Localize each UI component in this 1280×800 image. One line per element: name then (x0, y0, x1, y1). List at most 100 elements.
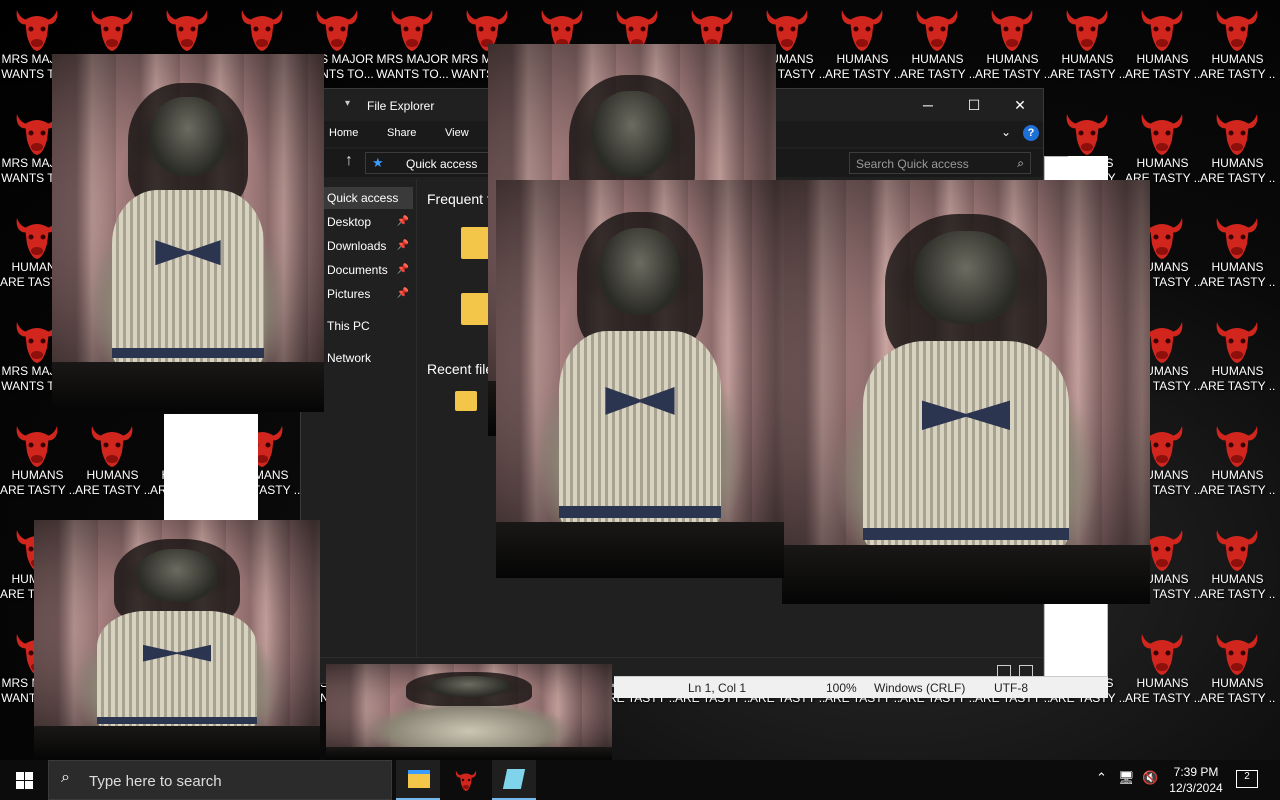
nav-label: Documents (327, 263, 388, 277)
bull-icon (16, 10, 58, 51)
bull-icon (1141, 114, 1183, 155)
desktop-icon[interactable]: HUMANSARE TASTY ... (1125, 0, 1200, 104)
bull-icon (455, 770, 477, 791)
clock[interactable]: 7:39 PM 12/3/2024 (1164, 764, 1228, 796)
bull-icon (316, 10, 358, 51)
line-ending: Windows (CRLF) (874, 681, 966, 695)
help-icon[interactable]: ? (1023, 125, 1039, 141)
bull-icon (916, 10, 958, 51)
volume-muted-icon[interactable]: 🔇 (1142, 770, 1158, 786)
desktop-icon-label: HUMANSARE TASTY ... (0, 468, 75, 497)
desktop-icon[interactable]: HUMANSARE TASTY ... (75, 416, 150, 520)
window-title: File Explorer (367, 99, 435, 113)
nav-label: Quick access (327, 191, 399, 205)
nav-label: Pictures (327, 287, 371, 301)
desktop-icon[interactable]: HUMANSARE TASTY ... (1200, 104, 1275, 208)
doll-image (782, 180, 1150, 604)
file-explorer-taskbar-button[interactable] (396, 760, 440, 800)
desktop-icon-label: HUMANSARE TASTY ... (1200, 364, 1275, 393)
tab-home[interactable]: Home (329, 127, 358, 139)
bull-icon (1216, 114, 1258, 155)
desktop-icon-label: HUMANSARE TASTY ... (75, 468, 150, 497)
encoding: UTF-8 (994, 681, 1028, 695)
up-arrow-icon[interactable]: ↑ (345, 152, 353, 170)
maximize-button[interactable]: ☐ (951, 89, 997, 121)
blank-window (164, 414, 258, 520)
nav-label: This PC (327, 319, 370, 333)
taskbar-search-input[interactable]: ⌕ Type here to search (48, 760, 392, 800)
bull-icon (1141, 634, 1183, 675)
bull-icon (1216, 426, 1258, 467)
nav-label: Network (327, 351, 372, 365)
search-placeholder: Search Quick access (856, 157, 969, 171)
bull-icon (1141, 10, 1183, 51)
notepad-taskbar-button[interactable] (492, 760, 536, 800)
bull-icon (16, 426, 58, 467)
file-icon[interactable] (455, 391, 477, 411)
network-icon[interactable]: 🖥 (1118, 770, 1135, 786)
desktop-icon-label: HUMANSARE TASTY ... (1125, 52, 1200, 81)
desktop-icon-label: HUMANSARE TASTY ... (975, 52, 1050, 81)
close-button[interactable]: ✕ (997, 89, 1043, 121)
minimize-button[interactable]: ─ (905, 89, 951, 121)
desktop-icon[interactable]: HUMANSARE TASTY ... (1200, 416, 1275, 520)
bull-icon (91, 10, 133, 51)
bull-icon (166, 10, 208, 51)
desktop-icon-label: HUMANSARE TASTY ... (1200, 156, 1275, 185)
desktop-icon-label: MRS MAJORWANTS TO... (376, 52, 449, 81)
bull-icon (991, 10, 1033, 51)
bull-icon (1216, 322, 1258, 363)
desktop-icon[interactable]: HUMANSARE TASTY ... (1200, 0, 1275, 104)
search-placeholder: Type here to search (89, 773, 222, 790)
doll-image (496, 180, 784, 578)
desktop-icon-label: HUMANSARE TASTY ... (825, 52, 900, 81)
pin-icon: 📌 (396, 264, 409, 275)
desktop-icon[interactable]: HUMANSARE TASTY ... (1200, 208, 1275, 312)
search-icon: ⌕ (61, 769, 70, 786)
search-input[interactable]: Search Quick access ⌕ (849, 152, 1031, 174)
chevron-up-icon[interactable]: ⌃ (1096, 770, 1107, 786)
time: 7:39 PM (1173, 765, 1219, 779)
desktop-icon-label: HUMANSARE TASTY ... (1200, 468, 1275, 497)
desktop-icon[interactable]: HUMANSARE TASTY ... (1200, 312, 1275, 416)
date: 12/3/2024 (1169, 781, 1223, 795)
desktop-icon-label: HUMANSARE TASTY ... (900, 52, 975, 81)
bull-app-taskbar-button[interactable] (444, 760, 488, 800)
tab-share[interactable]: Share (387, 127, 416, 139)
folder-icon[interactable] (461, 227, 489, 259)
desktop-icon[interactable]: HUMANSARE TASTY ... (1200, 520, 1275, 624)
desktop-icon-label: HUMANSARE TASTY ... (1200, 260, 1275, 289)
notification-count: 2 (1244, 771, 1250, 782)
bull-icon (1216, 10, 1258, 51)
bull-icon (391, 10, 433, 51)
bull-icon (1216, 218, 1258, 259)
taskbar: ⌕ Type here to search ⌃ 🖥 🔇 7:39 PM 12/3… (0, 760, 1280, 800)
tab-view[interactable]: View (445, 127, 469, 139)
bull-icon (841, 10, 883, 51)
breadcrumb[interactable]: Quick access (406, 157, 477, 171)
bull-icon (1066, 114, 1108, 155)
nav-label: Downloads (327, 239, 387, 253)
pin-icon: 📌 (396, 216, 409, 227)
pin-icon: 📌 (396, 240, 409, 251)
star-icon: ★ (372, 155, 384, 170)
start-button[interactable] (0, 760, 48, 800)
desktop-icon[interactable]: HUMANSARE TASTY ... (1200, 624, 1275, 728)
bull-icon (241, 10, 283, 51)
folder-icon (408, 770, 430, 788)
zoom-level: 100% (826, 681, 857, 695)
doll-image (34, 520, 320, 760)
quick-access-toolbar-icon[interactable]: ▾ (345, 98, 350, 109)
desktop-icon-label: HUMANSARE TASTY ... (1200, 572, 1275, 601)
bull-icon (91, 426, 133, 467)
desktop-icon-label: HUMANSARE TASTY ... (1200, 676, 1275, 705)
notification-center-icon[interactable]: 2 (1236, 770, 1258, 788)
notepad-status-bar: Ln 1, Col 1 100% Windows (CRLF) UTF-8 (614, 676, 1108, 698)
desktop-icon[interactable]: HUMANSARE TASTY ... (0, 416, 75, 520)
desktop-icon[interactable]: HUMANSARE TASTY ... (1125, 624, 1200, 728)
expand-ribbon-icon[interactable]: ⌄ (1001, 125, 1011, 139)
cursor-position: Ln 1, Col 1 (688, 681, 747, 695)
desktop-icon-label: HUMANSARE TASTY ... (1125, 676, 1200, 705)
folder-icon[interactable] (461, 293, 489, 325)
desktop-icon[interactable]: HUMANSARE TASTY ... (1050, 0, 1125, 104)
